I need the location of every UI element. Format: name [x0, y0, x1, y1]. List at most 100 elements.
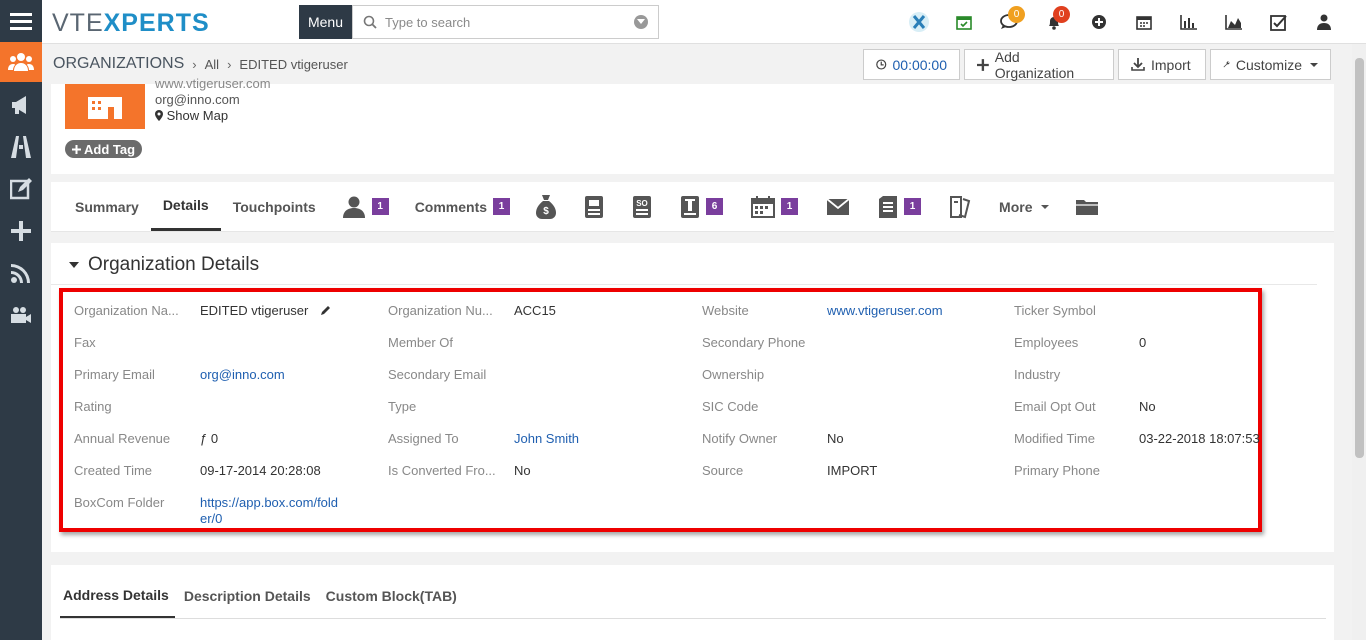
clock-icon [876, 59, 887, 70]
plus-circle-icon[interactable] [1076, 0, 1121, 44]
section-toggle[interactable]: Organization Details [69, 254, 259, 276]
email-opt-out-value[interactable]: No [1139, 399, 1156, 415]
customize-button[interactable]: Customize [1210, 49, 1331, 80]
sic-code-label: SIC Code [702, 399, 759, 414]
tab-comments[interactable]: Comments 1 [403, 182, 522, 231]
organizations-module-icon[interactable] [0, 42, 42, 82]
add-organization-label: Add Organization [994, 48, 1075, 81]
tab-opportunities[interactable]: $ [522, 182, 570, 231]
website-link[interactable]: www.vtigeruser.com [827, 303, 943, 319]
tab-documents[interactable]: 1 [864, 182, 935, 231]
vtexperts-icon[interactable] [896, 0, 941, 44]
tab-calendar[interactable]: 1 [737, 182, 812, 231]
source-value[interactable]: IMPORT [827, 463, 877, 479]
tab-summary[interactable]: Summary [63, 182, 151, 231]
section-divider [51, 284, 1317, 285]
video-camera-icon[interactable] [0, 294, 42, 336]
org-name-value[interactable]: EDITED vtigeruser [200, 303, 331, 319]
services-icon [950, 195, 971, 218]
pencil-icon[interactable] [320, 305, 331, 316]
tasks-check-icon[interactable] [1256, 0, 1301, 44]
modified-time-label: Modified Time [1014, 431, 1095, 446]
show-map-link[interactable]: Show Map [155, 108, 271, 124]
scrollbar-thumb[interactable] [1355, 58, 1364, 458]
tab-touchpoints[interactable]: Touchpoints [221, 182, 328, 231]
top-bar: VTEXPERTS Menu Type to search 0 0 [42, 0, 1366, 44]
add-tag-button[interactable]: Add Tag [65, 140, 143, 158]
secondary-email-label: Secondary Email [388, 367, 487, 382]
record-website[interactable]: www.vtigeruser.com [155, 76, 271, 92]
tab-custom-block[interactable]: Custom Block(TAB) [323, 573, 463, 619]
tab-more[interactable]: More [987, 182, 1060, 231]
tab-description-details[interactable]: Description Details [181, 573, 317, 619]
tab-address-details[interactable]: Address Details [60, 573, 175, 619]
add-tag-label: Add Tag [84, 141, 136, 157]
tab-tickets[interactable]: 6 [666, 182, 737, 231]
notify-owner-label: Notify Owner [702, 431, 778, 446]
chat-icon[interactable]: 0 [986, 0, 1031, 44]
global-search-input[interactable]: Type to search [352, 5, 659, 39]
import-button[interactable]: Import [1118, 49, 1206, 80]
tab-details[interactable]: Details [150, 182, 221, 231]
notify-owner-value[interactable]: No [827, 431, 844, 447]
bell-icon[interactable]: 0 [1031, 0, 1076, 44]
calendar-icon[interactable] [1121, 0, 1166, 44]
hamburger-menu-icon[interactable] [0, 0, 42, 42]
plus-icon [977, 58, 989, 71]
annual-revenue-value[interactable]: ƒ 0 [200, 431, 218, 447]
section-title: Organization Details [88, 254, 260, 275]
primary-email-link[interactable]: org@inno.com [200, 367, 285, 383]
tab-contacts[interactable]: 1 [328, 182, 403, 231]
tab-services[interactable] [935, 182, 987, 231]
record-email[interactable]: org@inno.com [155, 92, 271, 108]
timer-button[interactable]: 00:00:00 [863, 49, 960, 80]
plus-icon[interactable] [0, 210, 42, 252]
area-chart-icon[interactable] [1211, 0, 1256, 44]
assigned-to-link[interactable]: John Smith [514, 431, 579, 447]
vtexperts-logo[interactable]: VTEXPERTS [52, 9, 210, 38]
documents-count-badge: 1 [904, 198, 922, 215]
tab-emails[interactable] [812, 182, 864, 231]
more-label: More [999, 198, 1033, 215]
modified-time-value: 03-22-2018 18:07:53 [1139, 431, 1260, 446]
left-sidebar [0, 0, 42, 640]
employees-label: Employees [1014, 335, 1079, 350]
search-placeholder: Type to search [385, 14, 471, 30]
menu-button[interactable]: Menu [299, 5, 352, 39]
add-organization-button[interactable]: Add Organization [964, 48, 1114, 81]
road-icon[interactable] [0, 126, 42, 168]
breadcrumb-record: EDITED vtigeruser [239, 56, 348, 72]
is-converted-value[interactable]: No [514, 463, 531, 479]
is-converted-label: Is Converted Fro... [388, 463, 496, 478]
comments-label: Comments [414, 198, 488, 215]
ownership-label: Ownership [702, 367, 765, 382]
boxcom-folder-link[interactable]: https://app.box.com/fold er/0 [200, 495, 338, 527]
calendar-check-icon[interactable] [941, 0, 986, 44]
org-number-value[interactable]: ACC15 [514, 303, 556, 319]
breadcrumb-module[interactable]: ORGANIZATIONS [53, 55, 184, 73]
customize-label: Customize [1235, 56, 1302, 73]
contact-icon [342, 196, 365, 218]
building-icon [88, 96, 122, 119]
user-icon[interactable] [1301, 0, 1346, 44]
boxcom-folder-line-2: er/0 [200, 511, 223, 526]
tab-folder[interactable] [1061, 182, 1113, 231]
search-dropdown-icon[interactable] [634, 15, 648, 29]
edit-icon[interactable] [0, 168, 42, 210]
wrench-icon [1223, 61, 1230, 68]
breadcrumb-filter[interactable]: All [205, 57, 219, 72]
bar-chart-icon[interactable] [1166, 0, 1211, 44]
megaphone-icon[interactable] [0, 84, 42, 126]
sales-order-icon: SO [633, 195, 652, 218]
boxcom-folder-line-1: https://app.box.com/fold [200, 495, 339, 510]
tickets-count-badge: 6 [706, 198, 724, 215]
annual-revenue-label: Annual Revenue [74, 431, 171, 446]
employees-value[interactable]: 0 [1139, 335, 1146, 351]
page-scrollbar[interactable] [1352, 44, 1366, 640]
tab-sales-orders[interactable]: SO [618, 182, 666, 231]
tab-quotes[interactable] [570, 182, 618, 231]
rss-icon[interactable] [0, 252, 42, 294]
quote-icon [585, 195, 604, 218]
secondary-phone-label: Secondary Phone [702, 335, 806, 350]
primary-phone-label: Primary Phone [1014, 463, 1100, 478]
